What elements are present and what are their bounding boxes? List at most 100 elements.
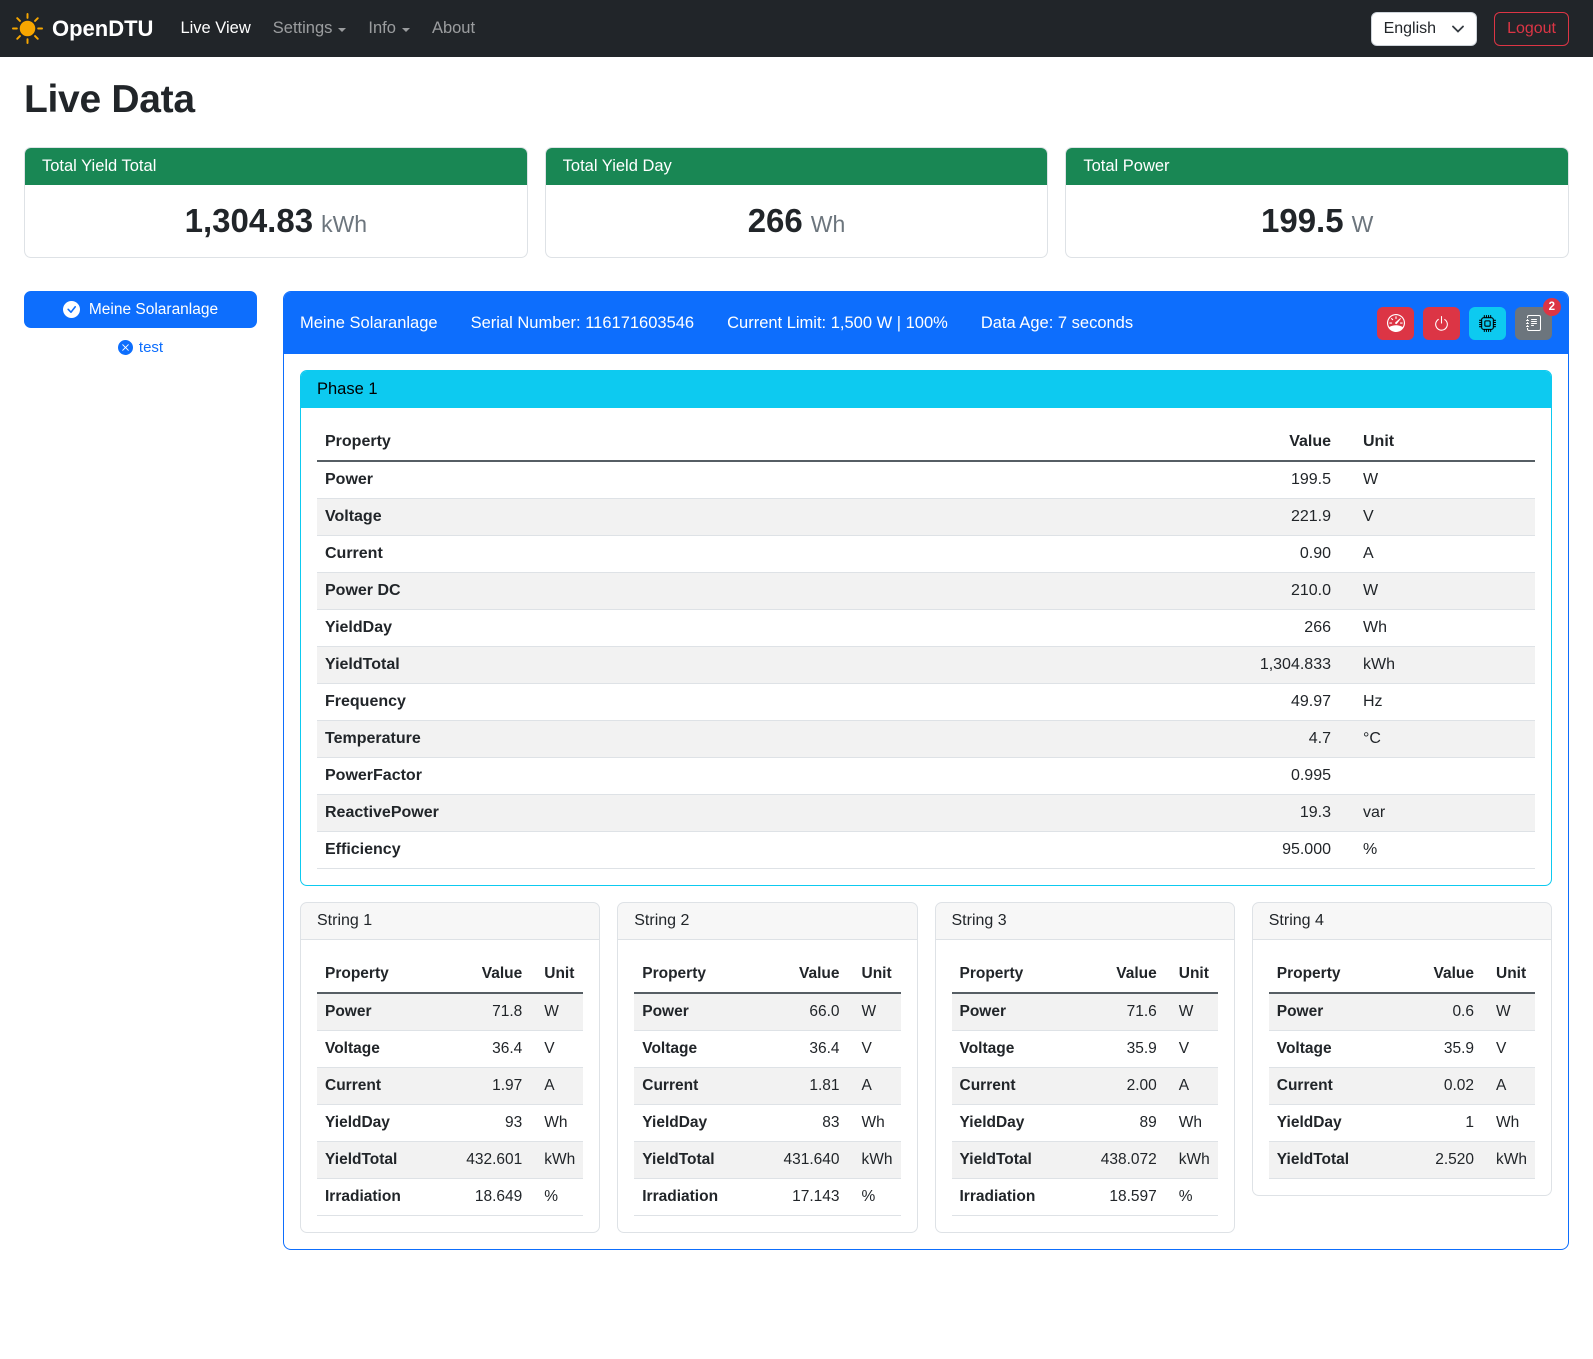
table-row: YieldDay 89 Wh [952, 1105, 1218, 1142]
table-row: Power 71.8 W [317, 993, 583, 1031]
event-link-label: test [139, 339, 163, 356]
chevron-down-icon [1452, 25, 1464, 33]
language-select[interactable]: English [1371, 12, 1477, 46]
string-table-head: Property Value Unit [317, 956, 583, 993]
table-header-row: Property Value Unit [317, 956, 583, 993]
property-unit: kWh [848, 1142, 901, 1179]
property-name: Irradiation [952, 1179, 1093, 1216]
caret-down-icon [338, 28, 346, 32]
x-circle-icon[interactable] [118, 340, 133, 355]
nav-about[interactable]: About [421, 11, 486, 46]
string-table-body: Power 0.6 W Voltage 35.9 V [1269, 993, 1535, 1179]
string-table: Property Value Unit Power [634, 956, 900, 1216]
property-unit: V [530, 1031, 583, 1068]
property-unit: A [1339, 536, 1535, 573]
property-value: 49.97 [1209, 684, 1339, 721]
card-unit: kWh [321, 211, 367, 237]
table-row: Current 0.90 A [317, 536, 1535, 573]
inverter-panel: Meine Solaranlage Serial Number: 1161716… [283, 291, 1569, 1250]
property-unit: V [1339, 499, 1535, 536]
property-value: 95.000 [1209, 832, 1339, 869]
property-value: 35.9 [1412, 1031, 1482, 1068]
property-value: 89 [1093, 1105, 1165, 1142]
property-unit: kWh [1339, 647, 1535, 684]
property-value: 17.143 [775, 1179, 847, 1216]
language-select-value: English [1384, 20, 1436, 38]
property-name: YieldTotal [1269, 1142, 1412, 1179]
phase-card-title: Phase 1 [301, 371, 1551, 408]
property-unit: kWh [1165, 1142, 1218, 1179]
table-row: YieldDay 93 Wh [317, 1105, 583, 1142]
page-title: Live Data [24, 78, 1569, 122]
limit-settings-button[interactable] [1377, 307, 1414, 340]
power-icon [1433, 315, 1450, 332]
property-value: 221.9 [1209, 499, 1339, 536]
property-name: YieldDay [317, 610, 1209, 647]
string-table-head: Property Value Unit [634, 956, 900, 993]
property-name: Irradiation [317, 1179, 458, 1216]
string-table-body: Power 71.6 W Voltage 35.9 V [952, 993, 1218, 1216]
property-unit: Hz [1339, 684, 1535, 721]
property-unit: A [1165, 1068, 1218, 1105]
property-unit: % [848, 1179, 901, 1216]
property-value: 93 [458, 1105, 530, 1142]
string-1-card: String 1 Property Value Unit [300, 902, 600, 1233]
total-power-card: Total Power 199.5W [1065, 147, 1569, 258]
phase-table-body: Power 199.5 W Voltage 221.9 V [317, 461, 1535, 869]
nav-links: Live View Settings Info About [169, 11, 486, 46]
nav-live-view[interactable]: Live View [169, 11, 261, 46]
logout-button[interactable]: Logout [1494, 12, 1569, 46]
nav-settings[interactable]: Settings [262, 11, 358, 46]
property-value: 0.90 [1209, 536, 1339, 573]
property-name: YieldDay [634, 1105, 775, 1142]
string-card-body: Property Value Unit Power [936, 940, 1234, 1232]
property-value: 266 [1209, 610, 1339, 647]
caret-down-icon [402, 28, 410, 32]
brand-label: OpenDTU [52, 16, 153, 42]
power-toggle-button[interactable] [1423, 307, 1460, 340]
card-body: 266Wh [546, 185, 1048, 257]
property-unit: % [530, 1179, 583, 1216]
property-name: Current [634, 1068, 775, 1105]
property-unit: V [1482, 1031, 1535, 1068]
string-table-head: Property Value Unit [952, 956, 1218, 993]
string-table-body: Power 66.0 W Voltage 36.4 V [634, 993, 900, 1216]
table-row: Temperature 4.7 °C [317, 721, 1535, 758]
check-circle-icon [63, 301, 80, 318]
column-header-unit: Unit [1165, 956, 1218, 993]
inverter-select-button[interactable]: Meine Solaranlage [24, 291, 257, 328]
table-row: Voltage 35.9 V [1269, 1031, 1535, 1068]
table-row: Irradiation 17.143 % [634, 1179, 900, 1216]
string-table: Property Value Unit Power [317, 956, 583, 1216]
event-log-button[interactable]: 2 [1515, 307, 1552, 340]
property-value: 1 [1412, 1105, 1482, 1142]
column-header-property: Property [317, 424, 1209, 461]
brand-link[interactable]: OpenDTU [12, 13, 153, 44]
property-unit: A [530, 1068, 583, 1105]
total-yield-total-card: Total Yield Total 1,304.83kWh [24, 147, 528, 258]
device-info-button[interactable] [1469, 307, 1506, 340]
column-header-unit: Unit [1339, 424, 1535, 461]
table-row: Voltage 221.9 V [317, 499, 1535, 536]
property-unit: Wh [530, 1105, 583, 1142]
table-row: ReactivePower 19.3 var [317, 795, 1535, 832]
table-row: Frequency 49.97 Hz [317, 684, 1535, 721]
nav-settings-label: Settings [273, 19, 333, 38]
table-row: YieldDay 1 Wh [1269, 1105, 1535, 1142]
event-link[interactable]: test [24, 339, 257, 356]
property-value: 1.81 [775, 1068, 847, 1105]
table-row: Efficiency 95.000 % [317, 832, 1535, 869]
property-value: 210.0 [1209, 573, 1339, 610]
property-value: 1.97 [458, 1068, 530, 1105]
gauge-icon [1387, 314, 1405, 332]
nav-info[interactable]: Info [357, 11, 421, 46]
inverter-actions: 2 [1377, 307, 1552, 340]
string-table-head: Property Value Unit [1269, 956, 1535, 993]
nav-about-label: About [432, 19, 475, 38]
table-row: YieldTotal 431.640 kWh [634, 1142, 900, 1179]
property-value: 0.995 [1209, 758, 1339, 795]
card-value: 266 [748, 202, 803, 239]
table-header-row: Property Value Unit [634, 956, 900, 993]
property-unit: var [1339, 795, 1535, 832]
content-row: Meine Solaranlage test Meine Solaranlage… [24, 291, 1569, 1280]
